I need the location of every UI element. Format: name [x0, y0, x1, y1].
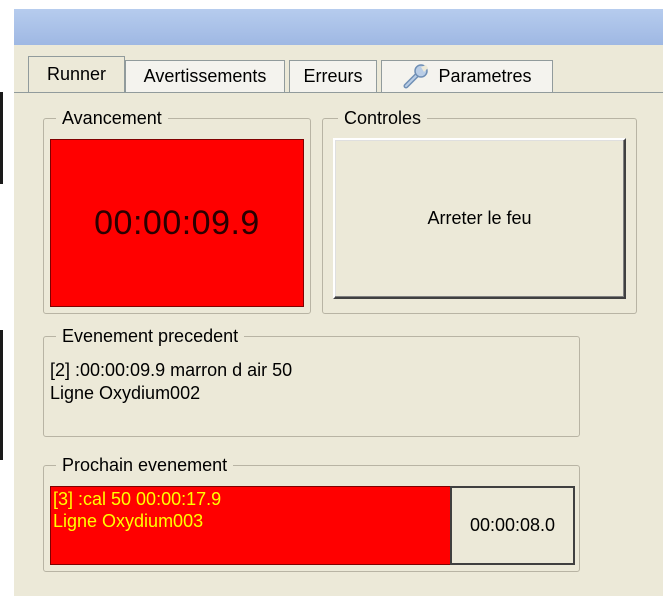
- controls-group-legend: Controles: [338, 106, 428, 130]
- tab-avertissements[interactable]: Avertissements: [125, 60, 285, 92]
- next-event-line2: Ligne Oxydium003: [53, 511, 204, 531]
- edge-mark: [0, 92, 3, 184]
- tab-erreurs[interactable]: Erreurs: [289, 60, 377, 92]
- tab-label: Parametres: [438, 66, 532, 86]
- stop-fire-button[interactable]: Arreter le feu: [333, 138, 626, 299]
- tab-label: Runner: [46, 64, 107, 84]
- tab-runner[interactable]: Runner: [28, 56, 125, 92]
- elapsed-time: 00:00:09.9: [94, 203, 260, 242]
- next-event-line1: [3] :cal 50 00:00:17.9: [53, 489, 222, 509]
- previous-event-legend: Evenement precedent: [56, 324, 245, 348]
- progress-group-legend: Avancement: [56, 106, 168, 130]
- left-window-edge: [0, 0, 14, 596]
- previous-event-line1: [2] :00:00:09.9 marron d air 50: [50, 360, 293, 380]
- stop-fire-button-label: Arreter le feu: [427, 208, 532, 228]
- next-event-countdown-value: 00:00:08.0: [469, 515, 556, 535]
- window-title-bar[interactable]: [14, 9, 663, 45]
- elapsed-time-display: 00:00:09.9: [50, 139, 304, 307]
- tab-label: Avertissements: [143, 66, 267, 86]
- tab-parametres[interactable]: Parametres: [381, 60, 553, 92]
- tab-label: Erreurs: [303, 66, 363, 86]
- tab-strip-border: [14, 92, 663, 93]
- previous-event-line2: Ligne Oxydium002: [50, 383, 201, 403]
- next-event-display: [3] :cal 50 00:00:17.9 Ligne Oxydium003: [50, 486, 451, 565]
- wrench-icon: [402, 63, 430, 90]
- edge-mark: [0, 330, 3, 460]
- next-event-legend: Prochain evenement: [56, 453, 234, 477]
- next-event-countdown: 00:00:08.0: [450, 486, 575, 565]
